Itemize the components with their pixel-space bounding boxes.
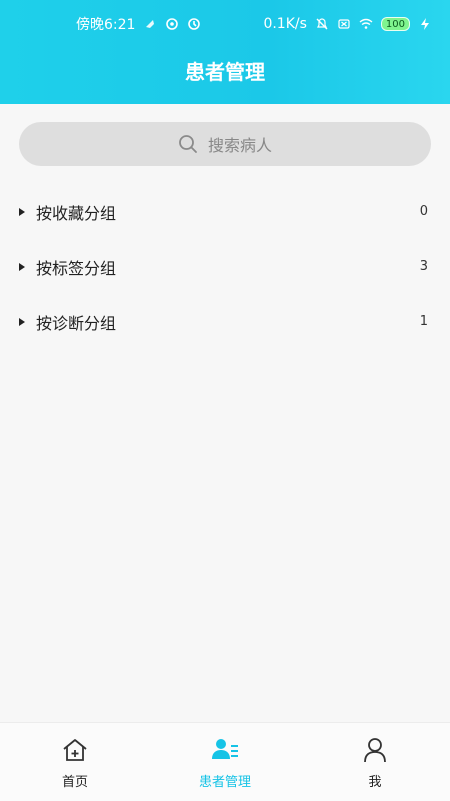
group-left: 按收藏分组 [18,200,116,224]
nav-home[interactable]: 首页 [15,735,135,790]
search-input[interactable]: 搜索病人 [19,122,431,166]
bottom-navigation: 首页 患者管理 我 [0,722,450,801]
app-header: 傍晚6:21 0.1K/s 100 患者管理 [0,0,450,104]
network-speed: 0.1K/s [263,16,307,32]
nav-me-label: 我 [368,774,382,790]
charging-bolt-icon [421,18,429,30]
group-left: 按标签分组 [18,255,116,279]
search-icon [179,135,197,153]
status-right: 0.1K/s 100 [263,16,432,32]
group-left: 按诊断分组 [18,310,116,334]
caret-right-icon [19,207,25,216]
page-title: 患者管理 [185,60,265,84]
mute-bell-icon [316,18,328,30]
nav-me[interactable]: 我 [315,735,435,790]
patient-group-list: 按收藏分组 0 按标签分组 3 按诊断分组 1 [0,184,450,349]
caret-right-icon [19,262,25,271]
sim-off-icon [338,19,350,29]
group-row-tags[interactable]: 按标签分组 3 [0,239,450,294]
status-left: 傍晚6:21 [76,14,201,34]
group-label: 按诊断分组 [36,313,117,333]
nav-patient-management[interactable]: 患者管理 [165,735,285,790]
search-placeholder: 搜索病人 [207,136,272,155]
sync-icon [166,18,179,30]
person-icon [364,737,386,762]
group-label: 按收藏分组 [36,203,117,223]
patient-list-icon [212,738,238,759]
status-time: 傍晚6:21 [76,17,136,33]
battery-indicator: 100 [380,17,410,31]
group-label: 按标签分组 [36,258,117,278]
notification-icon [146,20,155,28]
nav-home-label: 首页 [61,774,88,790]
caret-right-icon [19,317,25,326]
sync-alt-icon [188,18,201,30]
home-plus-icon [63,738,87,761]
group-count: 1 [419,314,428,329]
status-bar: 傍晚6:21 0.1K/s 100 [0,0,450,48]
nav-patient-label: 患者管理 [198,774,251,790]
group-row-diagnosis[interactable]: 按诊断分组 1 [0,294,450,349]
group-count: 0 [419,204,428,219]
wifi-icon [359,18,373,29]
group-count: 3 [419,259,428,274]
group-row-favorites[interactable]: 按收藏分组 0 [0,184,450,239]
